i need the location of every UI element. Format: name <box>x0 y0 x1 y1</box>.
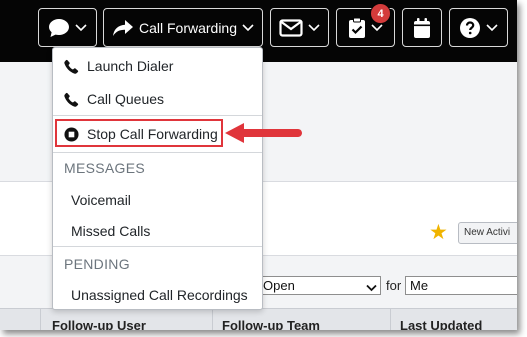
unassigned-recordings-label: Unassigned Call Recordings <box>71 287 248 303</box>
chat-bubble-icon <box>48 18 70 38</box>
favorite-star-icon[interactable]: ★ <box>429 222 448 243</box>
column-header[interactable]: Last Updated <box>400 318 482 330</box>
question-circle-icon <box>459 17 481 39</box>
unassigned-recordings-item[interactable]: Unassigned Call Recordings <box>53 280 262 310</box>
status-select-value: Open <box>263 278 295 293</box>
calendar-icon <box>413 17 431 39</box>
stop-circle-icon <box>63 126 79 142</box>
app-window: Call Forwarding 4 ★ New Activi Open for … <box>0 0 517 330</box>
call-forwarding-dropdown: Launch Dialer Call Queues Stop Call Forw… <box>52 47 263 310</box>
help-menu-button[interactable] <box>449 8 508 47</box>
menu-divider <box>53 152 262 153</box>
status-select[interactable]: Open <box>259 276 381 295</box>
phone-icon <box>63 58 79 74</box>
column-header[interactable]: Follow-up Team <box>222 318 320 330</box>
annotation-arrow-icon <box>225 123 302 143</box>
clipboard-check-icon <box>348 17 366 39</box>
launch-dialer-item[interactable]: Launch Dialer <box>53 51 262 81</box>
chevron-down-icon <box>371 23 383 32</box>
menu-divider <box>53 115 262 116</box>
call-queues-label: Call Queues <box>87 91 165 107</box>
stop-call-forwarding-label: Stop Call Forwarding <box>87 126 218 142</box>
voicemail-label: Voicemail <box>71 192 131 208</box>
chat-menu-button[interactable] <box>38 8 97 47</box>
chevron-down-icon <box>486 23 498 32</box>
calendar-button[interactable] <box>402 8 442 47</box>
mail-menu-button[interactable] <box>270 8 329 47</box>
new-activity-button[interactable]: New Activi <box>458 222 517 244</box>
call-queues-item[interactable]: Call Queues <box>53 84 262 114</box>
chevron-down-icon <box>75 23 87 32</box>
menu-divider <box>53 246 262 247</box>
call-forwarding-label: Call Forwarding <box>138 19 238 36</box>
chevron-down-icon <box>366 280 377 295</box>
pending-section-header: PENDING <box>64 256 130 272</box>
column-divider <box>40 309 41 330</box>
launch-dialer-label: Launch Dialer <box>87 58 174 74</box>
voicemail-item[interactable]: Voicemail <box>53 185 262 215</box>
messages-section-header: MESSAGES <box>64 160 145 176</box>
call-forwarding-button[interactable]: Call Forwarding <box>103 8 263 47</box>
missed-calls-label: Missed Calls <box>71 223 151 239</box>
owner-input[interactable]: Me <box>405 276 517 295</box>
tasks-menu-button[interactable]: 4 <box>336 3 395 47</box>
column-header[interactable]: Follow-up User <box>52 318 146 330</box>
phone-icon <box>63 91 79 107</box>
missed-calls-item[interactable]: Missed Calls <box>53 216 262 246</box>
column-divider <box>390 309 391 330</box>
tasks-count-badge: 4 <box>370 3 391 24</box>
chevron-down-icon <box>242 23 254 32</box>
column-divider <box>212 309 213 330</box>
activity-table-header: Follow-up User Follow-up Team Last Updat… <box>0 308 517 330</box>
for-label: for <box>386 278 402 293</box>
chevron-down-icon <box>308 23 320 32</box>
forward-arrow-icon <box>112 19 134 37</box>
envelope-icon <box>279 18 303 37</box>
